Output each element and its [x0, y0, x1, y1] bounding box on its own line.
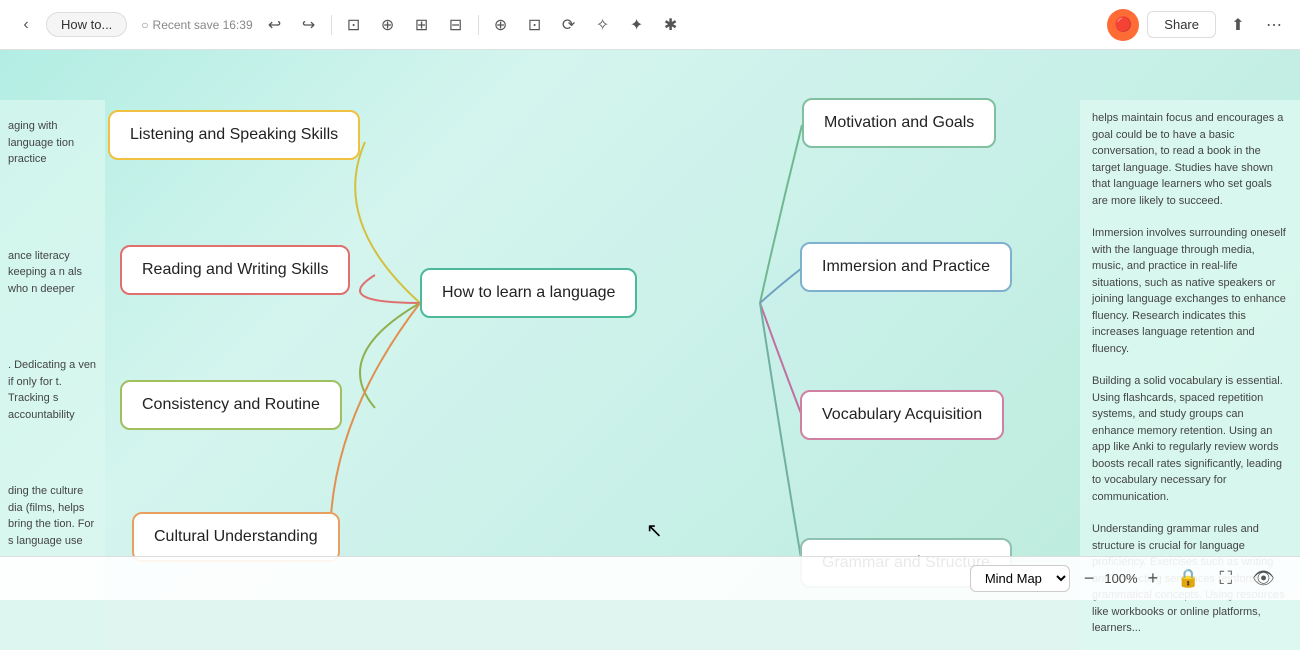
- share-button[interactable]: Share: [1147, 11, 1216, 38]
- note-vocabulary: Building a solid vocabulary is essential…: [1092, 373, 1288, 505]
- node-immersion[interactable]: Immersion and Practice: [800, 242, 1012, 292]
- mind-map-canvas: aging with language tion practice ance l…: [0, 50, 1300, 600]
- central-node-label: How to learn a language: [442, 284, 615, 301]
- node-cultural[interactable]: Cultural Understanding: [132, 512, 340, 562]
- toolbar: ‹ How to... ○ Recent save 16:39 ↩ ↪ ⊡ ⊕ …: [0, 0, 1300, 50]
- tab-title[interactable]: How to...: [46, 12, 127, 37]
- divider-2: [478, 15, 479, 35]
- node-reading[interactable]: Reading and Writing Skills: [120, 245, 350, 295]
- toolbar-right: 🔴 Share ⬆ ⋯: [1107, 9, 1288, 41]
- node-reading-label: Reading and Writing Skills: [142, 261, 328, 278]
- fullscreen-button[interactable]: ⛶: [1215, 566, 1238, 591]
- save-info: ○ Recent save 16:39: [141, 18, 252, 32]
- left-note-consistency: . Dedicating a ven if only for t. Tracki…: [8, 357, 97, 423]
- toolbar-center: ↩ ↪ ⊡ ⊕ ⊞ ⊟ ⊕ ⊡ ⟳ ✧ ✦ ✱: [261, 11, 1100, 39]
- node-vocabulary[interactable]: Vocabulary Acquisition: [800, 390, 1004, 440]
- left-note-cultural: ding the culture dia (films, helps bring…: [8, 483, 97, 549]
- view-mode-select[interactable]: Mind Map: [970, 565, 1070, 592]
- node-vocabulary-label: Vocabulary Acquisition: [822, 406, 982, 423]
- tool-btn-9[interactable]: ✦: [623, 11, 651, 39]
- mouse-cursor: ↖: [646, 518, 663, 543]
- app-logo: 🔴: [1107, 9, 1139, 41]
- redo-button[interactable]: ↪: [295, 11, 323, 39]
- tool-btn-10[interactable]: ✱: [657, 11, 685, 39]
- zoom-in-button[interactable]: +: [1144, 568, 1163, 589]
- zoom-level: 100%: [1104, 571, 1137, 586]
- note-immersion: Immersion involves surrounding oneself w…: [1092, 225, 1288, 357]
- node-listening-label: Listening and Speaking Skills: [130, 126, 338, 143]
- node-immersion-label: Immersion and Practice: [822, 258, 990, 275]
- undo-button[interactable]: ↩: [261, 11, 289, 39]
- node-motivation[interactable]: Motivation and Goals: [802, 98, 996, 148]
- left-note-listening: aging with language tion practice: [8, 118, 97, 168]
- node-listening[interactable]: Listening and Speaking Skills: [108, 110, 360, 160]
- tool-btn-1[interactable]: ⊡: [340, 11, 368, 39]
- node-motivation-label: Motivation and Goals: [824, 114, 974, 131]
- back-button[interactable]: ‹: [12, 11, 40, 39]
- central-node[interactable]: How to learn a language: [420, 268, 637, 318]
- toolbar-left: ‹ How to... ○ Recent save 16:39: [12, 11, 253, 39]
- zoom-out-button[interactable]: −: [1080, 568, 1099, 589]
- divider-1: [331, 15, 332, 35]
- eye-button[interactable]: 👁: [1247, 566, 1280, 591]
- tool-btn-2[interactable]: ⊕: [374, 11, 402, 39]
- tool-btn-5[interactable]: ⊕: [487, 11, 515, 39]
- zoom-controls: − 100% +: [1080, 568, 1162, 589]
- save-label: Recent save 16:39: [153, 18, 253, 32]
- tool-btn-6[interactable]: ⊡: [521, 11, 549, 39]
- tool-btn-4[interactable]: ⊟: [442, 11, 470, 39]
- left-note-reading: ance literacy keeping a n als who n deep…: [8, 248, 97, 298]
- more-button[interactable]: ⋯: [1260, 11, 1288, 39]
- note-motivation: helps maintain focus and encourages a go…: [1092, 110, 1288, 209]
- node-consistency[interactable]: Consistency and Routine: [120, 380, 342, 430]
- node-cultural-label: Cultural Understanding: [154, 528, 318, 545]
- tool-btn-3[interactable]: ⊞: [408, 11, 436, 39]
- node-consistency-label: Consistency and Routine: [142, 396, 320, 413]
- bottom-toolbar: Mind Map − 100% + 🔒 ⛶ 👁: [0, 556, 1300, 600]
- export-button[interactable]: ⬆: [1224, 11, 1252, 39]
- tool-btn-8[interactable]: ✧: [589, 11, 617, 39]
- lock-icon-button[interactable]: 🔒: [1172, 566, 1204, 591]
- clock-icon: ○: [141, 18, 148, 32]
- tool-btn-7[interactable]: ⟳: [555, 11, 583, 39]
